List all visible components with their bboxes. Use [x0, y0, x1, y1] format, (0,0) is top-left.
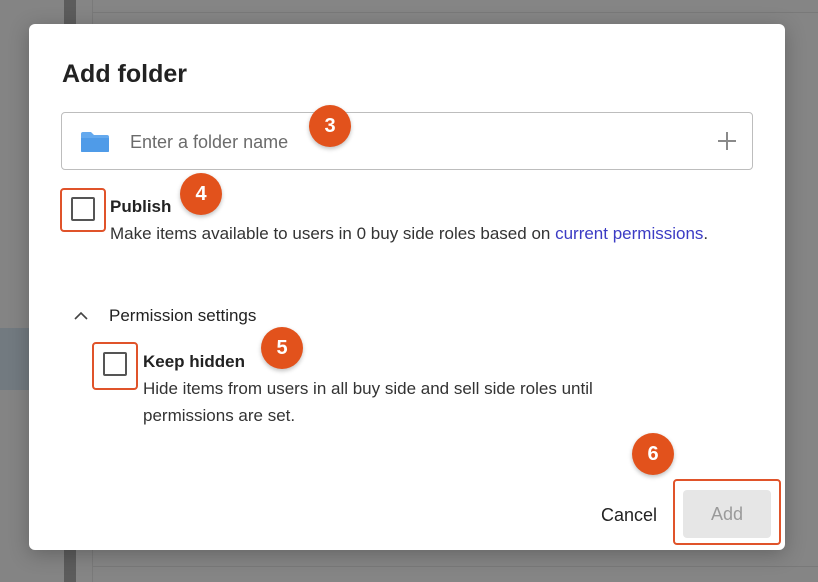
publish-description-end: .	[703, 224, 709, 243]
keep-hidden-checkbox-highlight	[92, 342, 138, 390]
step-badge-4: 4	[180, 173, 222, 215]
publish-description: Make items available to users in 0 buy s…	[110, 220, 710, 247]
publish-description-text: Make items available to users in 0 buy s…	[110, 224, 556, 243]
add-folder-dialog: Add folder Publish Make items available …	[29, 24, 785, 550]
chevron-up-icon	[74, 311, 88, 320]
background-divider	[92, 566, 818, 567]
step-badge-5: 5	[261, 327, 303, 369]
step-badge-3: 3	[309, 105, 351, 147]
permission-settings-label: Permission settings	[109, 306, 257, 325]
plus-icon[interactable]	[716, 130, 738, 152]
permission-settings-toggle[interactable]: Permission settings	[73, 304, 256, 328]
cancel-button[interactable]: Cancel	[589, 498, 669, 532]
step-badge-6: 6	[632, 433, 674, 475]
folder-name-field[interactable]	[61, 112, 753, 170]
keep-hidden-label: Keep hidden	[143, 352, 246, 371]
publish-checkbox-highlight	[60, 188, 106, 232]
current-permissions-link[interactable]: current permissions	[555, 224, 703, 243]
folder-icon	[81, 132, 109, 152]
background-divider	[92, 12, 818, 13]
publish-label: Publish	[110, 197, 172, 216]
folder-name-input[interactable]	[130, 125, 690, 159]
dialog-title: Add folder	[62, 60, 187, 88]
add-button-highlight	[673, 479, 781, 545]
keep-hidden-description: Hide items from users in all buy side an…	[143, 379, 593, 425]
